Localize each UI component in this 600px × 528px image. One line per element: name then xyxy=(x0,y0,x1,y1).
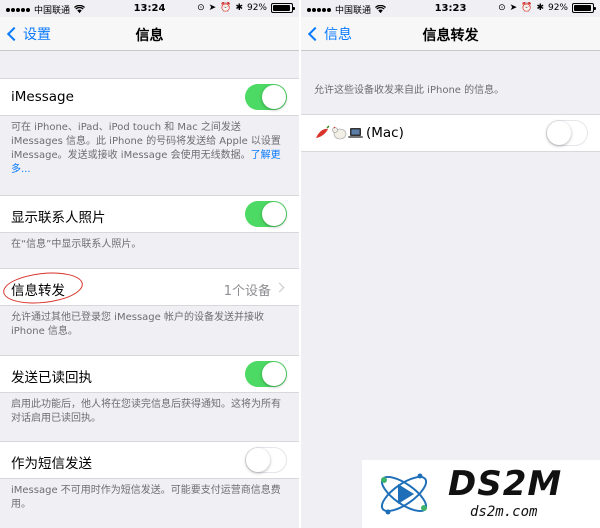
send-as-sms-label: 作为短信发送 xyxy=(11,456,92,472)
status-bar: 中国联通 13:23 ⊙ ➤ ⏰ ✱ 92% xyxy=(301,0,600,17)
contact-photos-footer: 在“信息”中显示联系人照片。 xyxy=(11,239,142,250)
section-header: 允许这些设备收发来自此 iPhone 的信息。 xyxy=(314,85,505,96)
battery-percent: 92% xyxy=(547,3,568,13)
location-icon: ➤ xyxy=(509,3,518,13)
text-forwarding-row[interactable]: 信息转发 1个设备 xyxy=(0,268,299,308)
alarm-icon: ⏰ xyxy=(220,3,232,13)
bluetooth-icon: ✱ xyxy=(536,3,544,13)
device-toggle[interactable] xyxy=(546,120,588,146)
imessage-row: iMessage xyxy=(0,78,299,116)
device-row: (Mac) xyxy=(301,114,600,152)
orientation-lock-icon: ⊙ xyxy=(498,3,506,13)
navigation-bar: 设置 信息 xyxy=(0,17,299,51)
device-count: 1个设备 xyxy=(223,284,271,299)
status-bar: 中国联通 13:24 ⊙ ➤ ⏰ ✱ 92% xyxy=(0,0,299,17)
orientation-lock-icon: ⊙ xyxy=(197,3,205,13)
send-as-sms-toggle[interactable] xyxy=(245,447,287,473)
watermark: DS2M ds2m.com xyxy=(362,460,600,528)
settings-messages-screen: 中国联通 13:24 ⊙ ➤ ⏰ ✱ 92% 设置 信息 iMessage 可在… xyxy=(0,0,299,528)
imessage-label: iMessage xyxy=(11,89,74,105)
imessage-toggle[interactable] xyxy=(245,84,287,110)
page-title: 信息 xyxy=(135,28,164,44)
read-receipts-footer: 启用此功能后，他人将在您读完信息后获得通知。这将为所有对话启用已读回执。 xyxy=(11,399,281,424)
send-as-sms-footer: iMessage 不可用时作为短信发送。可能要支付运营商信息费用。 xyxy=(11,485,281,510)
watermark-subtitle: ds2m.com xyxy=(470,504,538,520)
text-forwarding-footer: 允许通过其他已登录您 iMessage 帐户的设备发送并接收 iPhone 信息… xyxy=(11,312,264,337)
contact-photos-label: 显示联系人照片 xyxy=(11,210,106,226)
bluetooth-icon: ✱ xyxy=(235,3,243,13)
battery-percent: 92% xyxy=(246,3,267,13)
contact-photos-row: 显示联系人照片 xyxy=(0,195,299,233)
contact-photos-toggle[interactable] xyxy=(245,201,287,227)
watermark-title: DS2M xyxy=(448,464,563,504)
device-emoji-icons xyxy=(316,125,363,140)
alarm-icon: ⏰ xyxy=(521,3,533,13)
read-receipts-row: 发送已读回执 xyxy=(0,355,299,393)
location-icon: ➤ xyxy=(208,3,217,13)
send-as-sms-row: 作为短信发送 xyxy=(0,441,299,479)
ds2m-logo-icon xyxy=(380,473,428,515)
navigation-bar: 信息 信息转发 xyxy=(301,17,600,51)
text-forwarding-screen: 中国联通 13:23 ⊙ ➤ ⏰ ✱ 92% 信息 信息转发 允许这些设备收发来… xyxy=(301,0,600,528)
imessage-footer: 可在 iPhone、iPad、iPod touch 和 Mac 之间发送 iMe… xyxy=(11,122,281,175)
device-label: (Mac) xyxy=(366,125,404,141)
page-title: 信息转发 xyxy=(422,28,479,44)
text-forwarding-label: 信息转发 xyxy=(11,283,65,299)
read-receipts-label: 发送已读回执 xyxy=(11,370,92,386)
battery-icon xyxy=(572,3,596,13)
battery-icon xyxy=(271,3,295,13)
read-receipts-toggle[interactable] xyxy=(245,361,287,387)
chevron-right-icon xyxy=(274,282,285,293)
